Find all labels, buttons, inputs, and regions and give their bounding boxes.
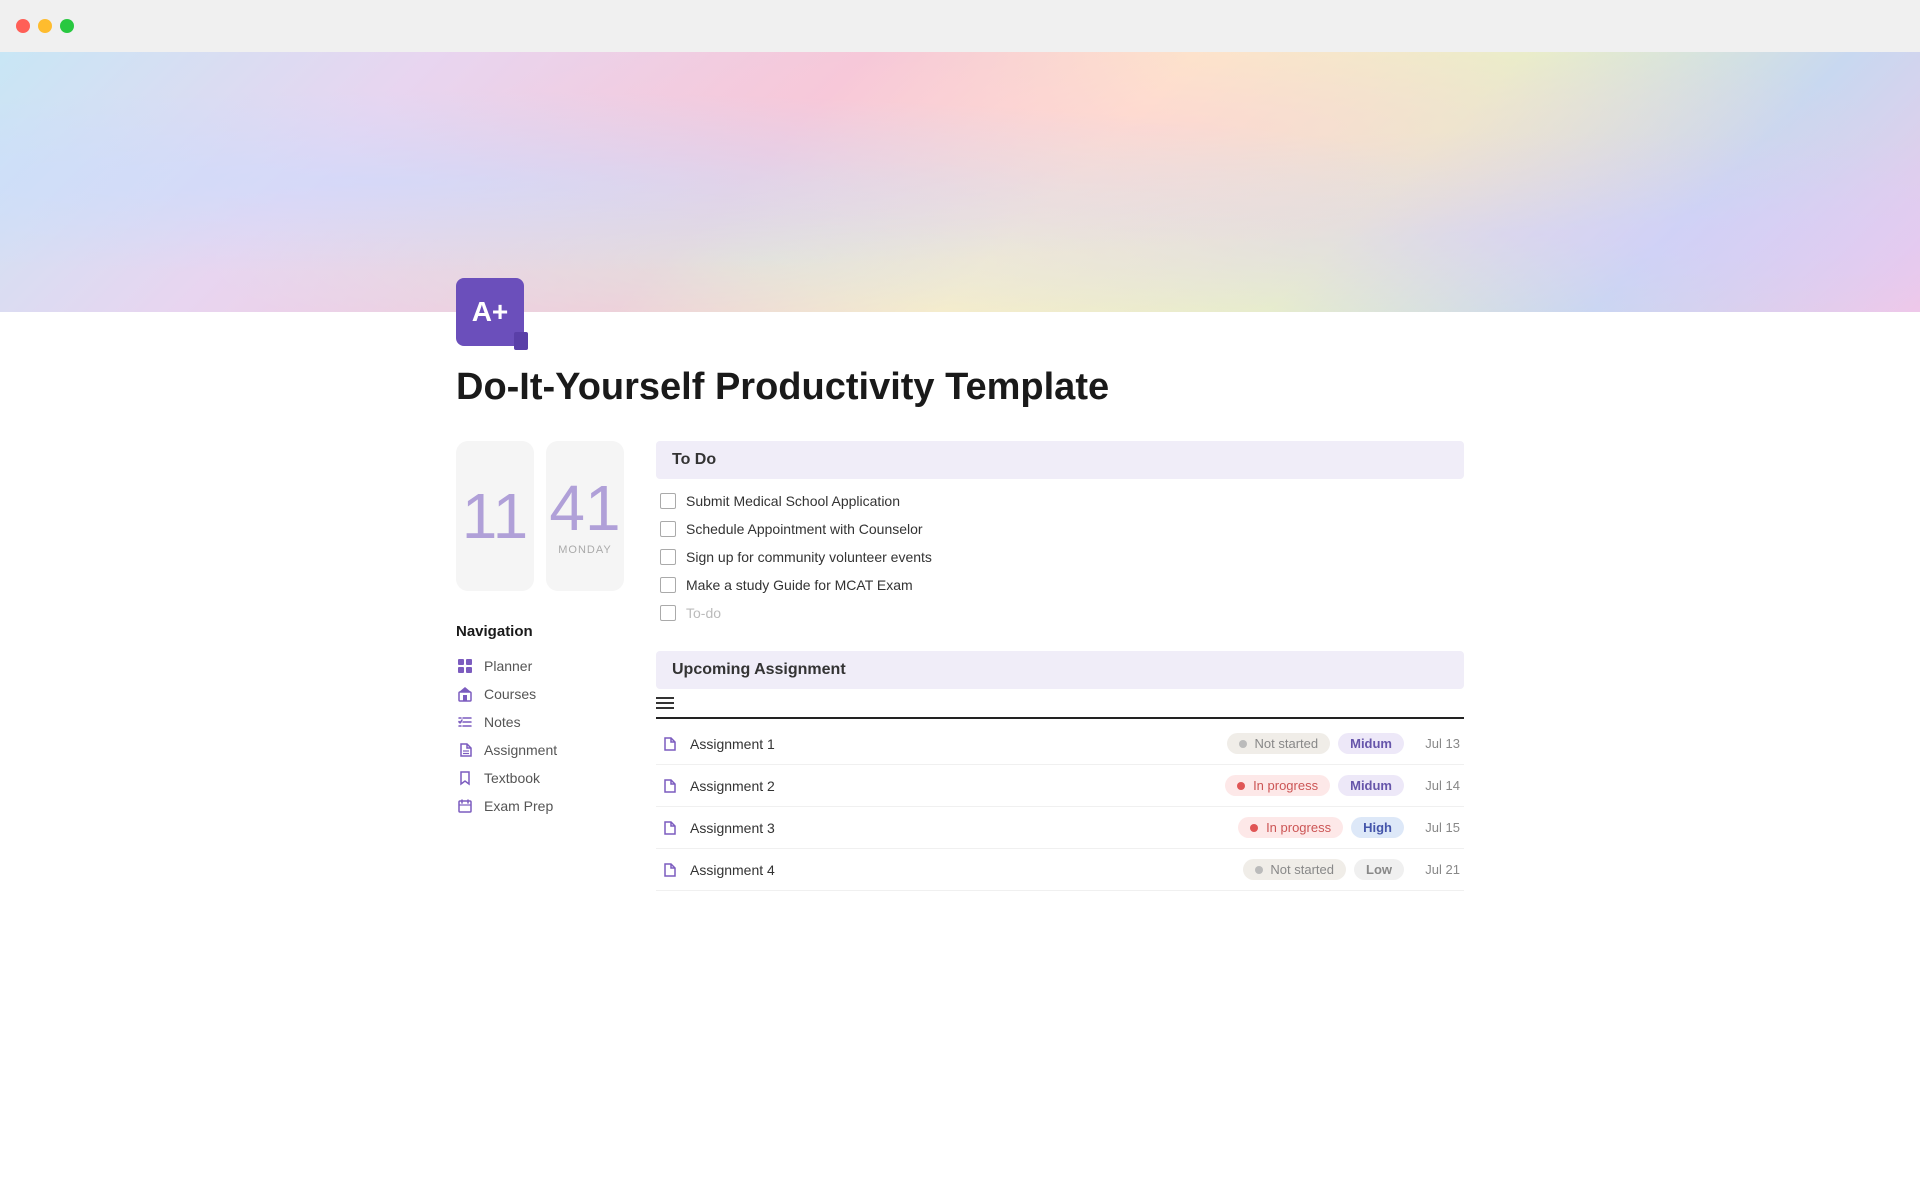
priority-badge-3: High [1351,817,1404,838]
title-bar [0,0,1920,52]
status-dot-3 [1250,824,1258,832]
todo-item-5[interactable]: To-do [656,599,1464,627]
calendar-icon [456,797,474,815]
assignment-name-4: Assignment 4 [690,862,1243,878]
todo-text-3: Sign up for community volunteer events [686,549,932,565]
sidebar-item-exam-prep[interactable]: Exam Prep [456,792,616,820]
todo-checkbox-1[interactable] [660,493,676,509]
todo-checkbox-4[interactable] [660,577,676,593]
sidebar-item-courses[interactable]: Courses [456,680,616,708]
status-dot-2 [1237,782,1245,790]
todo-list: Submit Medical School Application Schedu… [656,487,1464,627]
priority-badge-4: Low [1354,859,1404,880]
assignment-badges-4: Not started Low Jul 21 [1243,859,1460,880]
building-icon [456,685,474,703]
status-badge-3: In progress [1238,817,1343,838]
sidebar-item-textbook[interactable]: Textbook [456,764,616,792]
priority-badge-2: Midum [1338,775,1404,796]
status-dot-1 [1239,740,1247,748]
todo-checkbox-5[interactable] [660,605,676,621]
todo-text-5: To-do [686,605,721,621]
todo-text-4: Make a study Guide for MCAT Exam [686,577,913,593]
clock-day-label: MONDAY [558,544,611,556]
todo-checkbox-3[interactable] [660,549,676,565]
clock-area: 11 41 MONDAY [456,441,624,591]
maximize-button[interactable] [60,19,74,33]
page-title: Do-It-Yourself Productivity Template [456,366,1464,409]
file-icon [456,741,474,759]
todo-checkbox-2[interactable] [660,521,676,537]
clock-minute: 41 [549,476,620,540]
hamburger-line-3 [656,707,674,709]
todo-item-3[interactable]: Sign up for community volunteer events [656,543,1464,571]
assignment-row-4[interactable]: Assignment 4 Not started Low Jul 21 [656,849,1464,891]
sidebar-item-assignment[interactable]: Assignment [456,736,616,764]
assignment-name-3: Assignment 3 [690,820,1238,836]
page-icon-label: A+ [472,298,509,326]
hero-banner [0,52,1920,312]
page-icon-tab [514,332,528,350]
page-icon: A+ [456,278,524,346]
nav-label-planner: Planner [484,658,532,674]
assignment-row-2[interactable]: Assignment 2 In progress Midum Jul 14 [656,765,1464,807]
upcoming-header: Upcoming Assignment [656,651,1464,689]
todo-header: To Do [656,441,1464,479]
main-column: To Do Submit Medical School Application … [656,441,1464,891]
status-badge-2: In progress [1225,775,1330,796]
nav-label-assignment: Assignment [484,742,557,758]
todo-text-2: Schedule Appointment with Counselor [686,521,923,537]
sidebar-item-planner[interactable]: Planner [456,652,616,680]
nav-title: Navigation [456,623,616,640]
nav-label-textbook: Textbook [484,770,540,786]
assignment-name-2: Assignment 2 [690,778,1225,794]
due-date-4: Jul 21 [1412,862,1460,877]
due-date-2: Jul 14 [1412,778,1460,793]
bookmark-icon [456,769,474,787]
nav-label-notes: Notes [484,714,521,730]
todo-section: To Do Submit Medical School Application … [656,441,1464,627]
status-badge-1: Not started [1227,733,1330,754]
hamburger-line-1 [656,697,674,699]
upcoming-section: Upcoming Assignment [656,651,1464,891]
minimize-button[interactable] [38,19,52,33]
body-layout: 11 41 MONDAY Navigation [456,441,1464,891]
clock-hour-widget: 11 [456,441,534,591]
due-date-3: Jul 15 [1412,820,1460,835]
assignment-file-icon-1 [660,734,680,754]
status-dot-4 [1255,866,1263,874]
close-button[interactable] [16,19,30,33]
hamburger-line-2 [656,702,674,704]
assignment-badges-1: Not started Midum Jul 13 [1227,733,1460,754]
table-controls [656,689,1464,719]
assignment-row-1[interactable]: Assignment 1 Not started Midum Jul 13 [656,723,1464,765]
grid-icon [456,657,474,675]
todo-item-4[interactable]: Make a study Guide for MCAT Exam [656,571,1464,599]
assignment-badges-3: In progress High Jul 15 [1238,817,1460,838]
due-date-1: Jul 13 [1412,736,1460,751]
nav-label-exam-prep: Exam Prep [484,798,553,814]
sidebar-item-notes[interactable]: Notes [456,708,616,736]
list-check-icon [456,713,474,731]
clock-hour: 11 [462,484,528,548]
nav-label-courses: Courses [484,686,536,702]
page-content: A+ Do-It-Yourself Productivity Template … [360,278,1560,951]
assignment-file-icon-4 [660,860,680,880]
assignment-row-3[interactable]: Assignment 3 In progress High Jul 15 [656,807,1464,849]
todo-item-2[interactable]: Schedule Appointment with Counselor [656,515,1464,543]
priority-badge-1: Midum [1338,733,1404,754]
navigation: Navigation Planner [456,623,616,820]
status-badge-4: Not started [1243,859,1346,880]
assignment-file-icon-2 [660,776,680,796]
assignment-name-1: Assignment 1 [690,736,1227,752]
filter-icon[interactable] [656,697,674,709]
assignment-file-icon-3 [660,818,680,838]
todo-item-1[interactable]: Submit Medical School Application [656,487,1464,515]
nav-column: 11 41 MONDAY Navigation [456,441,656,891]
assignment-badges-2: In progress Midum Jul 14 [1225,775,1460,796]
clock-minute-widget: 41 MONDAY [546,441,624,591]
todo-text-1: Submit Medical School Application [686,493,900,509]
